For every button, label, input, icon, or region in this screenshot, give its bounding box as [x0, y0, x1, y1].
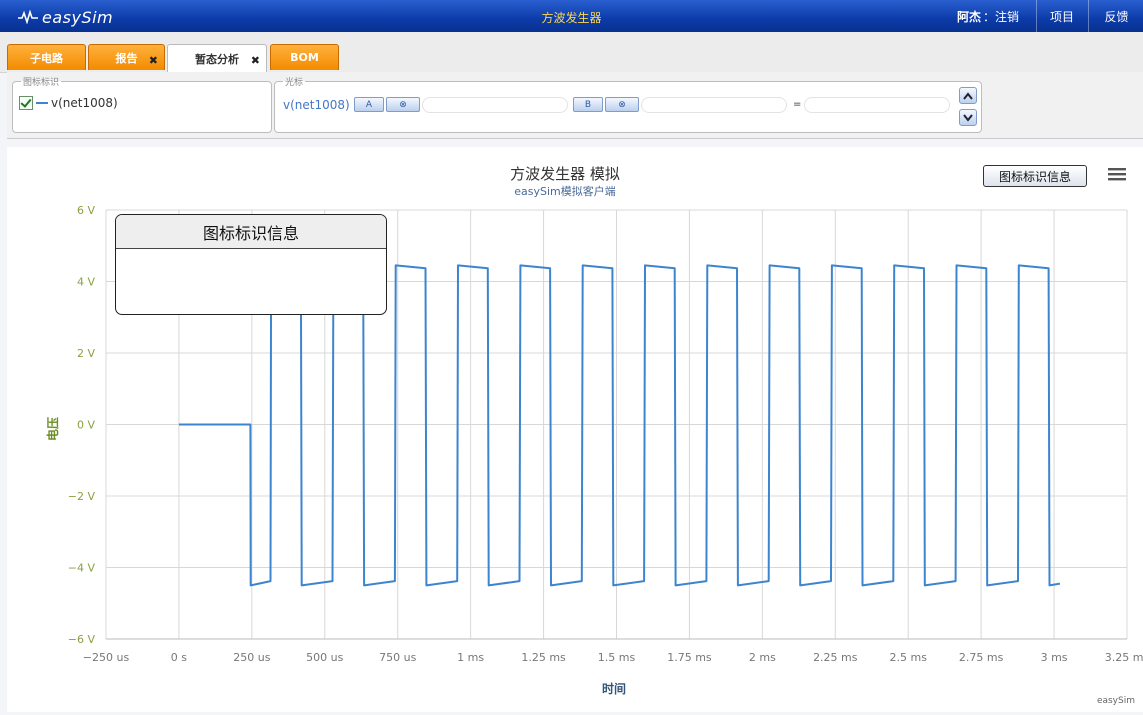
x-tick-label: 500 us	[306, 651, 343, 664]
user-name: 阿杰	[956, 9, 981, 24]
tab-report[interactable]: 报告 ✖	[88, 44, 165, 70]
legend-item-label: v(net1008)	[51, 96, 118, 110]
y-tick-label: 2 V	[77, 347, 95, 360]
x-tick-label: −250 us	[83, 651, 130, 664]
legend-item[interactable]: v(net1008)	[19, 96, 118, 110]
tab-subcircuit[interactable]: 子电路	[7, 44, 86, 70]
tab-transient-analysis[interactable]: 暂态分析 ✖	[167, 44, 267, 72]
cursor-diff-value[interactable]	[804, 97, 950, 113]
x-tick-label: 2.25 ms	[813, 651, 858, 664]
chevron-up-icon	[963, 92, 973, 100]
tab-bom[interactable]: BOM	[270, 44, 339, 70]
x-tick-label: 1.25 ms	[521, 651, 566, 664]
x-tick-label: 0 s	[171, 651, 187, 664]
clear-cursor-a-icon[interactable]: ⊗	[386, 97, 420, 112]
user-logout[interactable]: 阿杰 ：注销	[948, 0, 1028, 32]
legend-info-popup: 图标标识信息	[115, 214, 387, 315]
x-tick-label: 2.75 ms	[959, 651, 1004, 664]
x-axis-label: 时间	[602, 681, 626, 696]
legend-checkbox[interactable]	[19, 96, 33, 110]
tab-label: BOM	[290, 51, 319, 64]
chart-area: −250 us 0 s 250 us 500 us 750 us 1 ms 1.25 ms 1…	[7, 147, 1143, 712]
cursor-b-button[interactable]: B	[573, 97, 603, 112]
cursor-a-value[interactable]	[422, 97, 568, 113]
x-tick-label: 1.75 ms	[667, 651, 712, 664]
close-icon[interactable]: ✖	[149, 54, 158, 67]
chevron-down-icon	[963, 114, 973, 122]
y-tick-label: 4 V	[77, 276, 95, 289]
cursor-a-button[interactable]: A	[354, 97, 384, 112]
y-tick-label: −4 V	[68, 562, 96, 575]
feedback-link[interactable]: 反馈	[1088, 0, 1143, 32]
x-tick-label: 250 us	[233, 651, 270, 664]
cursor-signal-label: v(net1008)	[283, 98, 350, 112]
legend-panel-title: 图标标识	[23, 78, 60, 88]
chart-subtitle: easySim模拟客户端	[514, 184, 616, 198]
legend-panel: 图标标识 v(net1008)	[12, 75, 272, 133]
close-icon[interactable]: ✖	[251, 54, 260, 67]
analysis-toolbar: 图标标识 v(net1008) 光标 v(net1008) A ⊗ B ⊗ =	[7, 72, 1143, 139]
y-axis-label: 电压	[45, 417, 60, 441]
equals-sign: =	[793, 99, 802, 110]
y-tick-label: −6 V	[68, 633, 96, 646]
top-bar: easySim 方波发生器 阿杰 ：注销 项目 反馈	[0, 0, 1143, 32]
tab-label: 报告	[115, 51, 138, 65]
scroll-up-button[interactable]	[959, 87, 977, 104]
x-tick-label: 2.5 ms	[889, 651, 927, 664]
scroll-down-button[interactable]	[959, 109, 977, 126]
logout-link[interactable]: ：注销	[983, 8, 1019, 25]
tab-bar: 子电路 报告 ✖ 暂态分析 ✖ BOM	[0, 32, 1143, 73]
series-line-icon	[36, 102, 48, 104]
x-tick-label: 3.25 ms	[1105, 651, 1143, 664]
x-tick-label: 2 ms	[749, 651, 776, 664]
x-tick-label: 3 ms	[1041, 651, 1068, 664]
y-tick-label: −2 V	[68, 490, 96, 503]
clear-cursor-b-icon[interactable]: ⊗	[605, 97, 639, 112]
legend-info-button[interactable]: 图标标识信息	[983, 165, 1087, 187]
x-tick-label: 1 ms	[457, 651, 484, 664]
cursor-panel: 光标 v(net1008) A ⊗ B ⊗ =	[274, 75, 982, 133]
hamburger-menu-icon[interactable]	[1104, 162, 1130, 186]
legend-info-title: 图标标识信息	[116, 215, 386, 249]
x-tick-label: 1.5 ms	[598, 651, 636, 664]
cursor-panel-title: 光标	[285, 78, 304, 88]
projects-link[interactable]: 项目	[1036, 0, 1087, 32]
chart-credit: easySim	[1096, 696, 1135, 706]
y-tick-label: 0 V	[77, 419, 95, 432]
chart-title: 方波发生器 模拟	[510, 165, 620, 183]
y-tick-label: 6 V	[77, 204, 95, 217]
tab-label: 子电路	[30, 51, 63, 65]
tab-label: 暂态分析	[195, 52, 239, 66]
x-tick-label: 750 us	[379, 651, 416, 664]
cursor-b-value[interactable]	[641, 97, 787, 113]
